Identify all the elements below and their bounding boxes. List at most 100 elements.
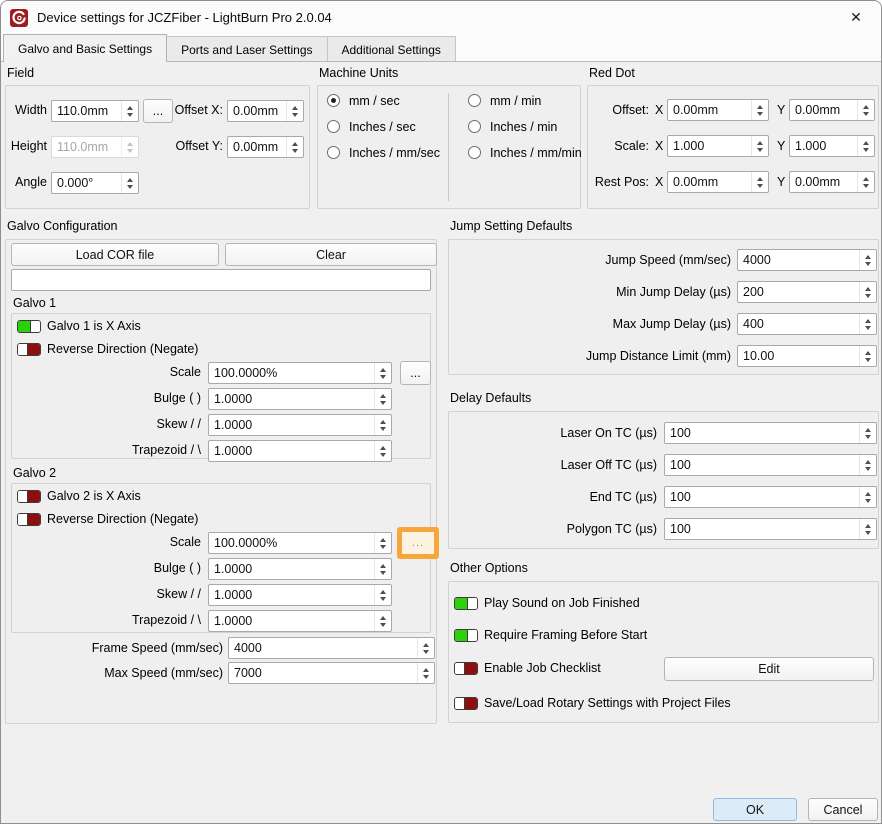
tab-galvo-basic-settings[interactable]: Galvo and Basic Settings [3, 34, 167, 62]
radio-mm-min[interactable] [468, 94, 481, 107]
min-jump-delay-input[interactable] [738, 282, 859, 302]
galvo2-reverse-toggle[interactable] [17, 513, 41, 526]
frame-speed-input[interactable] [229, 638, 417, 658]
red-dot-scale-x-axis-label: X [655, 139, 663, 154]
field-offset-x-input[interactable] [228, 101, 286, 121]
red-dot-rest-pos-y-input[interactable] [790, 172, 857, 192]
galvo2-reverse-label: Reverse Direction (Negate) [47, 512, 198, 527]
max-jump-delay-spin-buttons[interactable] [859, 314, 876, 334]
rotary-settings-toggle[interactable] [454, 697, 478, 710]
ok-button[interactable]: OK [713, 798, 797, 821]
galvo1-bulge-input[interactable] [209, 389, 374, 409]
laser-off-tc-spin-buttons[interactable] [859, 455, 876, 475]
red-dot-rest-pos-label: Rest Pos: [589, 175, 649, 190]
end-tc-spin-buttons[interactable] [859, 487, 876, 507]
field-height-spin-buttons [121, 137, 138, 157]
field-offset-x-spin-buttons[interactable] [286, 101, 303, 121]
galvo2-browse-button-highlighted[interactable]: ... [397, 527, 439, 559]
red-dot-rest-pos-y-spin-buttons[interactable] [857, 172, 874, 192]
field-offset-y-spin-buttons[interactable] [286, 137, 303, 157]
red-dot-offset-y-input[interactable] [790, 100, 857, 120]
polygon-tc-input[interactable] [665, 519, 859, 539]
play-sound-toggle[interactable] [454, 597, 478, 610]
frame-speed-spin-buttons[interactable] [417, 638, 434, 658]
red-dot-rest-pos-x-spinner [667, 171, 769, 193]
galvo2-skew-spinner [208, 584, 392, 606]
red-dot-offset-x-spin-buttons[interactable] [751, 100, 768, 120]
galvo1-trapezoid-spin-buttons[interactable] [374, 441, 391, 461]
jump-speed-spin-buttons[interactable] [859, 250, 876, 270]
red-dot-rest-pos-x-input[interactable] [668, 172, 751, 192]
galvo1-skew-input[interactable] [209, 415, 374, 435]
galvo1-skew-spin-buttons[interactable] [374, 415, 391, 435]
laser-on-tc-input[interactable] [665, 423, 859, 443]
galvo1-reverse-toggle[interactable] [17, 343, 41, 356]
load-cor-file-button[interactable]: Load COR file [11, 243, 219, 266]
red-dot-scale-y-input[interactable] [790, 136, 857, 156]
red-dot-scale-x-input[interactable] [668, 136, 751, 156]
field-width-spin-buttons[interactable] [121, 101, 138, 121]
play-sound-label: Play Sound on Job Finished [484, 596, 640, 611]
galvo1-browse-button[interactable]: ... [400, 361, 431, 385]
polygon-tc-spinner [664, 518, 877, 540]
max-jump-delay-input[interactable] [738, 314, 859, 334]
field-angle-input[interactable] [52, 173, 121, 193]
jump-distance-limit-input[interactable] [738, 346, 859, 366]
max-speed-spin-buttons[interactable] [417, 663, 434, 683]
galvo2-bulge-input[interactable] [209, 559, 374, 579]
tab-additional-settings[interactable]: Additional Settings [327, 36, 456, 62]
galvo1-scale-input[interactable] [209, 363, 374, 383]
galvo2-skew-input[interactable] [209, 585, 374, 605]
field-offset-y-input[interactable] [228, 137, 286, 157]
red-dot-offset-x-input[interactable] [668, 100, 751, 120]
jump-distance-limit-spin-buttons[interactable] [859, 346, 876, 366]
galvo2-scale-spin-buttons[interactable] [374, 533, 391, 553]
red-dot-scale-y-axis-label: Y [777, 139, 785, 154]
galvo2-trapezoid-input[interactable] [209, 611, 374, 631]
clear-cor-button[interactable]: Clear [225, 243, 437, 266]
rotary-settings-label: Save/Load Rotary Settings with Project F… [484, 696, 731, 711]
jump-distance-limit-spinner [737, 345, 877, 367]
galvo1-skew-spinner [208, 414, 392, 436]
radio-inches-sec[interactable] [327, 120, 340, 133]
field-width-input[interactable] [52, 101, 121, 121]
laser-on-tc-spin-buttons[interactable] [859, 423, 876, 443]
radio-inches-mm-sec[interactable] [327, 146, 340, 159]
field-angle-spinner [51, 172, 139, 194]
lightburn-logo-icon [10, 9, 28, 27]
close-icon[interactable]: ✕ [839, 5, 873, 30]
cancel-button[interactable]: Cancel [808, 798, 878, 821]
red-dot-scale-x-spin-buttons[interactable] [751, 136, 768, 156]
field-width-label: Width [9, 103, 47, 118]
field-section-title: Field [7, 65, 34, 81]
galvo2-trapezoid-spin-buttons[interactable] [374, 611, 391, 631]
galvo1-trapezoid-input[interactable] [209, 441, 374, 461]
galvo1-scale-spin-buttons[interactable] [374, 363, 391, 383]
red-dot-rest-pos-x-spin-buttons[interactable] [751, 172, 768, 192]
edit-checklist-button[interactable]: Edit [664, 657, 874, 681]
galvo2-skew-spin-buttons[interactable] [374, 585, 391, 605]
jump-distance-limit-label: Jump Distance Limit (mm) [481, 349, 731, 364]
min-jump-delay-spin-buttons[interactable] [859, 282, 876, 302]
radio-inches-min[interactable] [468, 120, 481, 133]
end-tc-input[interactable] [665, 487, 859, 507]
enable-job-checklist-toggle[interactable] [454, 662, 478, 675]
galvo2-scale-input[interactable] [209, 533, 374, 553]
require-framing-toggle[interactable] [454, 629, 478, 642]
jump-speed-input[interactable] [738, 250, 859, 270]
galvo2-axis-toggle[interactable] [17, 490, 41, 503]
radio-mm-sec[interactable] [327, 94, 340, 107]
cor-file-path-input[interactable] [11, 269, 431, 291]
radio-inches-mm-min[interactable] [468, 146, 481, 159]
field-angle-spin-buttons[interactable] [121, 173, 138, 193]
red-dot-offset-y-spin-buttons[interactable] [857, 100, 874, 120]
laser-off-tc-input[interactable] [665, 455, 859, 475]
galvo2-bulge-spin-buttons[interactable] [374, 559, 391, 579]
jump-speed-spinner [737, 249, 877, 271]
polygon-tc-spin-buttons[interactable] [859, 519, 876, 539]
galvo1-axis-toggle[interactable] [17, 320, 41, 333]
max-speed-input[interactable] [229, 663, 417, 683]
tab-ports-laser-settings[interactable]: Ports and Laser Settings [166, 36, 327, 62]
galvo1-bulge-spin-buttons[interactable] [374, 389, 391, 409]
red-dot-scale-y-spin-buttons[interactable] [857, 136, 874, 156]
